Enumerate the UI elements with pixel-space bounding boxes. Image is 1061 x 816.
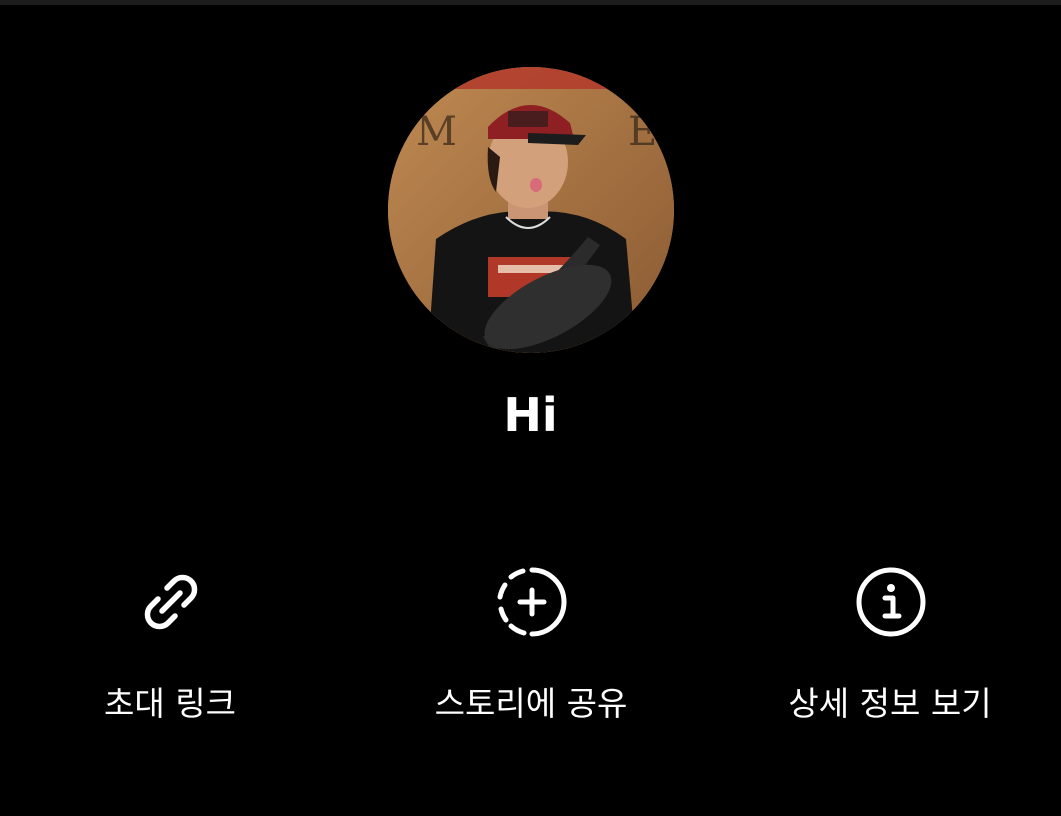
top-divider bbox=[0, 0, 1061, 5]
svg-text:M: M bbox=[416, 109, 457, 155]
info-icon bbox=[856, 567, 926, 637]
invite-link-button[interactable]: 초대 링크 bbox=[40, 566, 300, 736]
view-details-label: 상세 정보 보기 bbox=[788, 684, 992, 723]
share-to-story-button[interactable]: 스토리에 공유 bbox=[401, 566, 661, 736]
group-avatar[interactable]: M E bbox=[388, 67, 674, 353]
avatar-photo: M E bbox=[388, 67, 674, 353]
view-details-button[interactable]: 상세 정보 보기 bbox=[760, 566, 1020, 736]
group-name: Hi bbox=[503, 388, 558, 442]
link-icon bbox=[144, 574, 198, 630]
invite-link-label: 초대 링크 bbox=[104, 684, 236, 723]
share-to-story-label: 스토리에 공유 bbox=[434, 684, 628, 723]
svg-text:E: E bbox=[628, 109, 657, 155]
add-story-icon bbox=[497, 567, 567, 637]
